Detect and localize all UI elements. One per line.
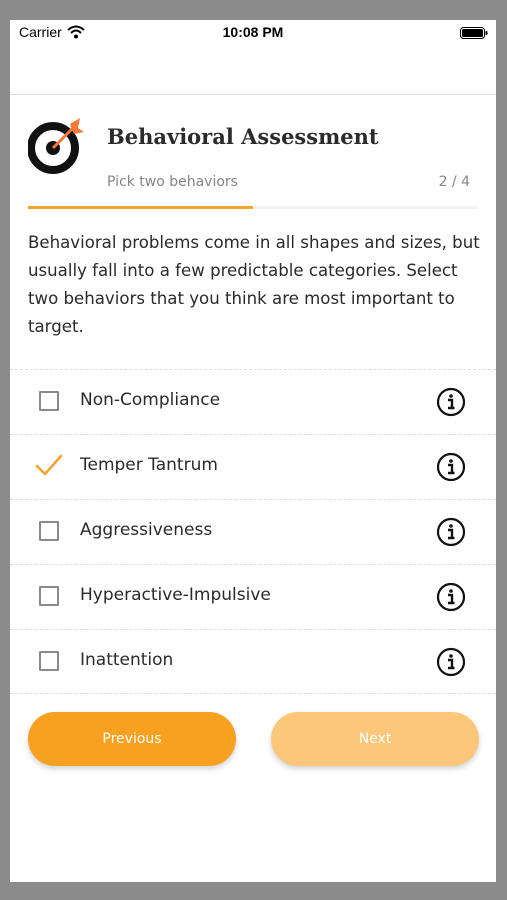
checkbox[interactable] xyxy=(39,521,59,541)
option-hyperactive-impulsive[interactable]: Hyperactive-Impulsive xyxy=(10,564,496,629)
info-circle-icon[interactable] xyxy=(436,517,466,547)
page-title: Behavioral Assessment xyxy=(107,124,379,149)
info-circle-icon[interactable] xyxy=(436,387,466,417)
option-non-compliance[interactable]: Non-Compliance xyxy=(10,369,496,434)
app-screen: Carrier 10:08 PM Behavioral Assessment P… xyxy=(10,20,496,882)
option-label: Aggressiveness xyxy=(80,520,213,540)
target-dart-icon xyxy=(28,118,84,174)
option-inattention[interactable]: Inattention xyxy=(10,629,496,694)
info-circle-icon[interactable] xyxy=(436,452,466,482)
step-counter: 2 / 4 xyxy=(438,174,470,190)
behavior-options-list: Non-Compliance Temper Tantrum Aggressive… xyxy=(10,369,496,694)
option-label: Non-Compliance xyxy=(80,390,221,410)
progress-bar-fill xyxy=(28,206,253,209)
checkbox[interactable] xyxy=(39,586,59,606)
option-temper-tantrum[interactable]: Temper Tantrum xyxy=(10,434,496,499)
previous-button[interactable]: Previous xyxy=(28,712,236,766)
step-subtitle: Pick two behaviors xyxy=(107,174,238,190)
option-aggressiveness[interactable]: Aggressiveness xyxy=(10,499,496,564)
next-button[interactable]: Next xyxy=(271,712,479,766)
status-bar: Carrier 10:08 PM xyxy=(10,20,496,46)
checkbox[interactable] xyxy=(39,651,59,671)
option-label: Hyperactive-Impulsive xyxy=(80,585,271,605)
progress-bar xyxy=(28,206,478,209)
assessment-header: Behavioral Assessment Pick two behaviors… xyxy=(28,118,480,213)
option-label: Temper Tantrum xyxy=(80,455,218,475)
battery-icon xyxy=(460,27,488,39)
status-time: 10:08 PM xyxy=(222,24,284,40)
info-circle-icon[interactable] xyxy=(436,647,466,677)
instructions-text: Behavioral problems come in all shapes a… xyxy=(28,233,480,336)
checkbox[interactable] xyxy=(39,391,59,411)
info-circle-icon[interactable] xyxy=(436,582,466,612)
checkmark-icon[interactable] xyxy=(35,453,63,479)
nav-bar-divider xyxy=(10,94,496,95)
option-label: Inattention xyxy=(80,650,174,670)
